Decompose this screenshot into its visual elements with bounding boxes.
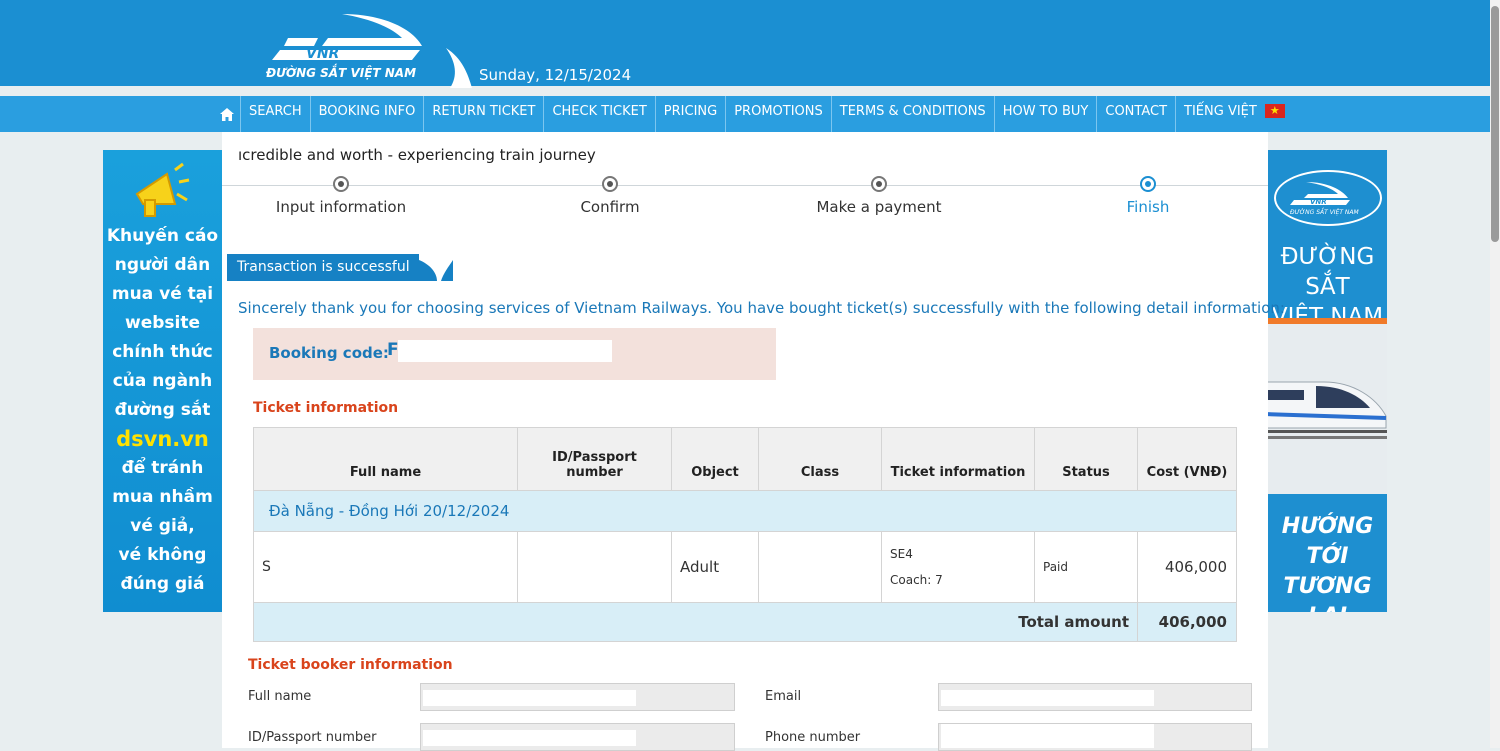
step-confirm: Confirm xyxy=(580,198,640,216)
vnr-logo-icon: VNR ĐƯỜNG SẮT VIỆT NAM xyxy=(1290,182,1360,216)
step-input-dot xyxy=(333,176,349,192)
ticket-table: Full name ID/Passport number Object Clas… xyxy=(253,427,1237,642)
language-label: TIẾNG VIỆT xyxy=(1184,104,1257,119)
col-passport: ID/Passport number xyxy=(517,427,672,491)
train-icon xyxy=(1268,381,1387,439)
banner-line: vé giả, xyxy=(130,516,195,536)
passenger-object: Adult xyxy=(671,531,759,603)
megaphone-icon xyxy=(135,162,190,217)
right-banner-ad[interactable]: VNR ĐƯỜNG SẮT VIỆT NAM ĐƯỜNG SẮT VIỆT NA… xyxy=(1268,150,1387,612)
home-icon[interactable] xyxy=(214,96,240,132)
banner-line: để tránh xyxy=(121,458,204,478)
svg-text:ĐƯỜNG SẮT VIỆT NAM: ĐƯỜNG SẮT VIỆT NAM xyxy=(265,64,416,80)
col-object: Object xyxy=(671,427,759,491)
current-date: Sunday, 12/15/2024 xyxy=(479,66,632,84)
step-input-information: Input information xyxy=(275,198,407,216)
main-nav: SEARCH BOOKING INFO RETURN TICKET CHECK … xyxy=(0,96,1490,132)
nav-how-to-buy[interactable]: HOW TO BUY xyxy=(993,96,1097,132)
svg-text:ĐƯỜNG SẮT VIỆT NAM: ĐƯỜNG SẮT VIỆT NAM xyxy=(1290,208,1360,216)
left-banner-ad[interactable]: Khuyến cáo người dân mua vé tại website … xyxy=(103,150,222,612)
booker-email-label: Email xyxy=(765,689,802,704)
nav-promotions[interactable]: PROMOTIONS xyxy=(725,96,831,132)
thanks-message: Sincerely thank you for choosing service… xyxy=(238,299,1285,317)
banner-line: website xyxy=(124,313,200,333)
booker-email-field[interactable] xyxy=(938,683,1252,711)
tab-swoosh-icon xyxy=(419,254,453,281)
banner-slogan: TƯƠNG LAI xyxy=(1283,574,1372,612)
site-header: VNR ĐƯỜNG SẮT VIỆT NAM Sunday, 12/15/202… xyxy=(0,0,1500,88)
booker-phone-field[interactable] xyxy=(938,723,1252,751)
svg-text:VNR: VNR xyxy=(1310,198,1327,206)
scrollbar[interactable] xyxy=(1490,0,1500,748)
svg-text:VNR: VNR xyxy=(306,46,339,62)
booker-full-name-label: Full name xyxy=(248,689,312,704)
booking-code-box: Booking code: F xyxy=(253,328,776,380)
booker-full-name-field[interactable] xyxy=(420,683,735,711)
passenger-passport xyxy=(517,531,672,603)
step-payment-dot xyxy=(871,176,887,192)
main-content: ıcredible and worth - experiencing train… xyxy=(222,132,1285,751)
table-row: S Adult SE4 Coach: 7 Paid 406,000 xyxy=(253,531,1237,603)
passenger-name: S xyxy=(253,531,518,603)
scrollbar-thumb[interactable] xyxy=(1491,6,1499,242)
nav-search[interactable]: SEARCH xyxy=(240,96,310,132)
banner-line: mua nhầm xyxy=(112,487,213,507)
step-make-payment: Make a payment xyxy=(816,198,942,216)
nav-booking-info[interactable]: BOOKING INFO xyxy=(309,96,424,132)
banner-highlight: dsvn.vn xyxy=(116,427,209,451)
banner-line: của ngành xyxy=(112,371,213,391)
banner-line: chính thức xyxy=(112,342,213,362)
booker-passport-label: ID/Passport number xyxy=(248,730,377,745)
ticket-info-title: Ticket information xyxy=(253,400,399,416)
nav-terms[interactable]: TERMS & CONDITIONS xyxy=(830,96,994,132)
banner-line: đường sắt xyxy=(114,400,211,420)
step-finish-dot xyxy=(1140,176,1156,192)
booker-passport-field[interactable] xyxy=(420,723,735,751)
ticket-class xyxy=(758,531,882,603)
banner-line: người dân xyxy=(114,255,211,275)
col-ticket-info: Ticket information xyxy=(881,427,1035,491)
vnr-logo-icon[interactable]: VNR ĐƯỜNG SẮT VIỆT NAM xyxy=(262,8,472,88)
banner-line: đúng giá xyxy=(120,574,205,594)
total-label: Total amount xyxy=(253,602,1138,642)
col-full-name: Full name xyxy=(253,427,518,491)
booking-code-value: F xyxy=(387,340,399,360)
coach-number: Coach: 7 xyxy=(890,573,943,587)
ticket-details: SE4 Coach: 7 xyxy=(881,531,1035,603)
ticket-cost: 406,000 xyxy=(1137,531,1237,603)
train-code: SE4 xyxy=(890,547,913,561)
nav-contact[interactable]: CONTACT xyxy=(1096,96,1175,132)
col-cost: Cost (VNĐ) xyxy=(1137,427,1237,491)
route-cell: Đà Nẵng - Đồng Hới 20/12/2024 xyxy=(253,490,1237,532)
success-title-text: Transaction is successful xyxy=(237,259,410,275)
nav-return-ticket[interactable]: RETURN TICKET xyxy=(423,96,543,132)
booking-code-label: Booking code: xyxy=(269,344,389,362)
success-title: Transaction is successful xyxy=(227,254,453,281)
banner-line: mua vé tại xyxy=(111,284,214,304)
banner-line: Khuyến cáo xyxy=(106,226,219,246)
banner-slogan: HƯỚNG TỚI xyxy=(1281,514,1374,569)
col-class: Class xyxy=(758,427,882,491)
banner-logo: VNR ĐƯỜNG SẮT VIỆT NAM xyxy=(1274,170,1382,226)
vietnam-flag-icon: ★ xyxy=(1264,103,1285,118)
nav-pricing[interactable]: PRICING xyxy=(654,96,725,132)
col-status: Status xyxy=(1034,427,1138,491)
nav-check-ticket[interactable]: CHECK TICKET xyxy=(543,96,654,132)
language-switch[interactable]: TIẾNG VIỆT ★ xyxy=(1175,96,1293,132)
progress-line xyxy=(222,185,1268,186)
banner-line: vé không xyxy=(118,545,207,565)
step-confirm-dot xyxy=(602,176,618,192)
redacted-mask xyxy=(398,340,612,362)
marquee-text: ıcredible and worth - experiencing train… xyxy=(238,146,596,164)
total-value: 406,000 xyxy=(1137,602,1237,642)
step-finish: Finish xyxy=(1126,198,1170,216)
booker-phone-label: Phone number xyxy=(765,730,861,745)
ticket-status: Paid xyxy=(1034,531,1138,603)
booker-info-title: Ticket booker information xyxy=(248,657,453,673)
banner-title: ĐƯỜNG SẮT xyxy=(1280,244,1375,300)
